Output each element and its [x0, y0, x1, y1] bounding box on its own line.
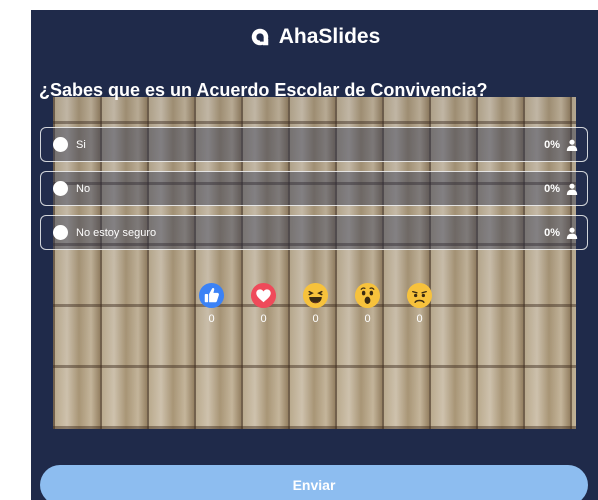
option-no-estoy-seguro[interactable]: No estoy seguro 0% [40, 215, 588, 250]
reaction-bar: 0 0 0 0 0 [198, 282, 433, 325]
reaction-count: 0 [312, 313, 319, 325]
radio-button[interactable] [53, 137, 68, 152]
reaction-like[interactable]: 0 [198, 282, 225, 325]
reaction-haha[interactable]: 0 [302, 282, 329, 325]
brand-header: AhaSlides [31, 22, 598, 52]
submit-button[interactable]: Enviar [40, 465, 588, 500]
heart-icon[interactable] [250, 282, 277, 309]
user-icon [566, 139, 578, 151]
reaction-count: 0 [416, 313, 423, 325]
radio-button[interactable] [53, 181, 68, 196]
option-label: Si [76, 138, 86, 151]
brand-name: AhaSlides [278, 25, 381, 48]
option-percent: 0% [544, 138, 560, 151]
reaction-count: 0 [260, 313, 267, 325]
user-icon [566, 227, 578, 239]
option-percent: 0% [544, 182, 560, 195]
reaction-love[interactable]: 0 [250, 282, 277, 325]
option-si[interactable]: Si 0% [40, 127, 588, 162]
reaction-count: 0 [364, 313, 371, 325]
question-title: ¿Sabes que es un Acuerdo Escolar de Conv… [39, 80, 488, 100]
option-no[interactable]: No 0% [40, 171, 588, 206]
option-label: No estoy seguro [76, 226, 157, 239]
ahaslides-logo-icon [251, 28, 268, 46]
radio-button[interactable] [53, 225, 68, 240]
user-icon [566, 183, 578, 195]
reaction-count: 0 [208, 313, 215, 325]
reaction-wow[interactable]: 0 [354, 282, 381, 325]
option-percent: 0% [544, 226, 560, 239]
sad-face-icon[interactable] [406, 282, 433, 309]
thumbs-up-icon[interactable] [198, 282, 225, 309]
option-label: No [76, 182, 91, 195]
ahaslides-app: AhaSlides ¿Sabes que es un Acuerdo Escol… [31, 10, 598, 500]
surprised-face-icon[interactable] [354, 282, 381, 309]
laughing-face-icon[interactable] [302, 282, 329, 309]
poll-options: Si 0% No 0% No estoy seguro 0% [40, 127, 588, 259]
reaction-sad[interactable]: 0 [406, 282, 433, 325]
